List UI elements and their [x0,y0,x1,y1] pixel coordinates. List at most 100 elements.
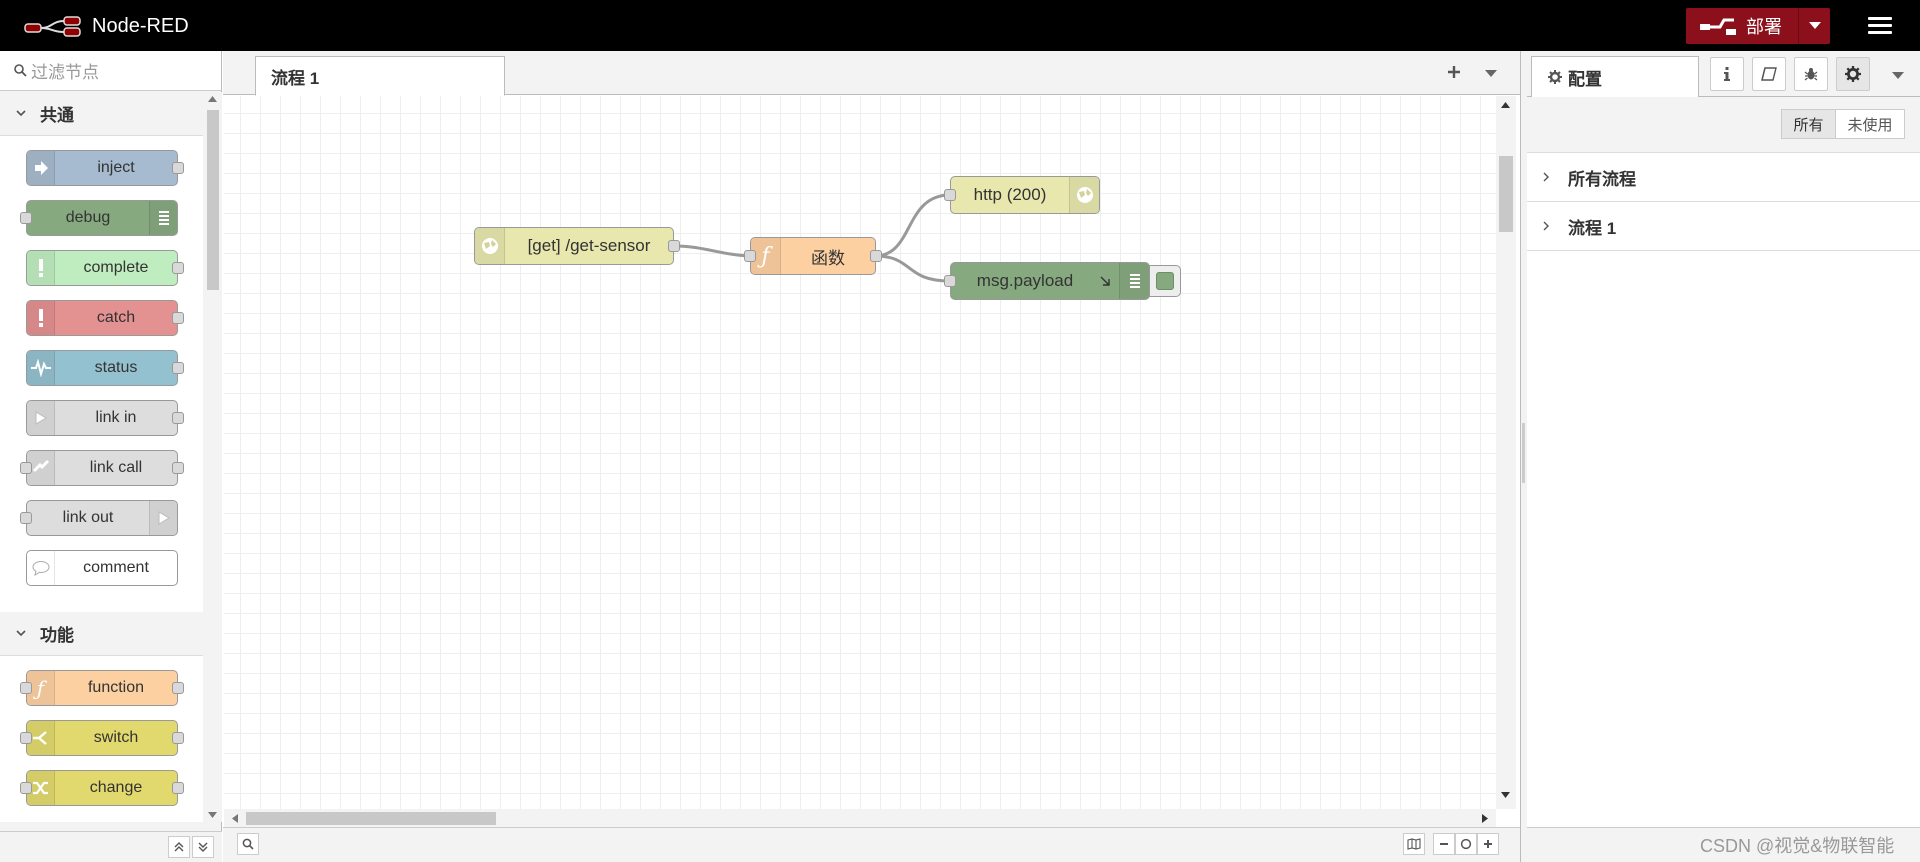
palette-node-label: inject [97,159,135,176]
help-tab-button[interactable] [1752,57,1786,91]
deploy-main-button[interactable]: 部署 [1686,8,1798,44]
canvas-vscroll-thumb[interactable] [1499,156,1513,232]
tab-flow-1[interactable]: 流程 1 [255,56,505,96]
output-port [172,412,184,424]
debug-tab-button[interactable] [1794,57,1828,91]
palette-node-label: comment [83,559,149,576]
link-in-icon [27,401,55,435]
palette-node-status[interactable]: status [26,350,184,386]
palette-node-catch[interactable]: catch [26,300,184,336]
add-flow-button[interactable] [1443,61,1465,83]
palette-node-link-call[interactable]: link call [20,450,184,486]
palette-node-change[interactable]: change [20,770,184,806]
sidebar-splitter[interactable] [1520,51,1527,862]
workspace-tabs: 流程 1 [223,51,1520,96]
double-chevron-down-icon [198,842,208,852]
alert-icon [27,301,55,335]
chevron-right-icon [1543,221,1549,231]
debug-toggle-indicator [1156,272,1174,290]
config-tab-button[interactable] [1836,57,1870,91]
palette-node-debug[interactable]: debug [20,200,178,236]
flow-node-debug[interactable]: msg.payload [944,262,1150,300]
canvas-vertical-scrollbar[interactable] [1496,96,1516,809]
app-logo: Node-RED [24,12,189,40]
sidebar: 配置 所有 未使用 所有流程 流程 1 [1527,51,1920,862]
section-flow-1[interactable]: 流程 1 [1527,202,1920,251]
scroll-up-icon[interactable] [208,96,217,102]
palette-search[interactable]: 过滤节点 [0,51,221,91]
palette-category-header-function[interactable]: 功能 [0,612,203,656]
filter-all-button[interactable]: 所有 [1781,109,1836,139]
search-flows-button[interactable] [237,833,259,855]
flow-node-http-response[interactable]: http (200) [944,176,1100,214]
palette-node-comment[interactable]: comment [26,550,178,586]
collapse-all-button[interactable] [168,836,190,858]
bug-icon [1804,68,1818,81]
flow-node-http-in[interactable]: [get] /get-sensor [474,227,680,265]
filter-unused-label: 未使用 [1847,116,1893,134]
scroll-down-icon[interactable] [1501,792,1510,798]
input-port [20,782,32,794]
canvas-hscroll-thumb[interactable] [246,812,496,825]
expand-all-button[interactable] [192,836,214,858]
scroll-up-icon[interactable] [1501,102,1510,108]
flow-node-label: [get] /get-sensor [527,236,651,255]
chevron-right-icon [1543,172,1549,182]
splitter-grip[interactable] [1522,423,1525,483]
palette-node-link-in[interactable]: link in [26,400,184,436]
palette-node-label: debug [65,209,111,226]
section-all-flows[interactable]: 所有流程 [1527,153,1920,202]
palette-category-header-common[interactable]: 共通 [0,92,203,136]
comment-icon [27,551,55,585]
palette-scrollbar-thumb[interactable] [207,110,219,290]
palette-category-title: 共通 [40,106,74,125]
palette-node-complete[interactable]: complete [26,250,184,286]
globe-icon [475,228,505,264]
sidebar-menu-button[interactable] [1892,67,1904,83]
filter-unused-button[interactable]: 未使用 [1835,109,1905,139]
search-icon [242,838,254,850]
palette-node-inject[interactable]: inject [26,150,184,186]
wires [674,193,951,283]
input-port[interactable] [944,189,956,201]
palette-categories: 共通 inject debug complete catch status li… [0,92,203,822]
watermark-text: CSDN @视觉&物联智能 [1700,836,1895,856]
input-port[interactable] [744,250,756,262]
input-port [20,512,32,524]
flow-node-function[interactable]: ƒ 函数 [744,237,882,275]
navigator-button[interactable] [1403,833,1425,855]
link-out-icon [149,501,177,535]
zoom-reset-button[interactable] [1455,833,1477,855]
debug-icon [149,201,177,235]
input-port[interactable] [944,275,956,287]
palette-node-label: link call [89,459,143,476]
palette-node-label: status [94,359,138,376]
main-menu-button[interactable] [1868,14,1892,38]
palette-node-function[interactable]: ƒ function [20,670,184,706]
minus-icon [1440,843,1448,845]
scroll-right-icon[interactable] [1482,814,1488,823]
info-tab-button[interactable] [1710,57,1744,91]
scroll-left-icon[interactable] [232,814,238,823]
app-header: Node-RED 部署 [0,0,1920,51]
palette-node-link-out[interactable]: link out [20,500,178,536]
flow-canvas[interactable]: [get] /get-sensor ƒ 函数 http (200) msg.pa… [224,96,1496,809]
input-port [20,212,32,224]
arrow-down-right-icon [1100,276,1110,286]
deploy-button[interactable]: 部署 [1686,8,1830,44]
caret-down-icon [1485,70,1497,77]
output-port[interactable] [668,240,680,252]
scroll-down-icon[interactable] [208,812,217,818]
palette-category-function: ƒ function switch change [0,656,203,822]
palette-scrollbar[interactable] [203,92,222,822]
zoom-in-button[interactable] [1477,833,1499,855]
debug-toggle-button[interactable] [1149,265,1181,297]
zoom-out-button[interactable] [1433,833,1455,855]
palette-node-switch[interactable]: switch [20,720,184,756]
palette-search-placeholder: 过滤节点 [31,63,99,82]
flow-list-menu-button[interactable] [1485,65,1501,81]
output-port[interactable] [870,250,882,262]
deploy-options-button[interactable] [1798,8,1830,44]
tab-config-nodes[interactable]: 配置 [1531,56,1699,98]
canvas-horizontal-scrollbar[interactable] [224,809,1496,827]
